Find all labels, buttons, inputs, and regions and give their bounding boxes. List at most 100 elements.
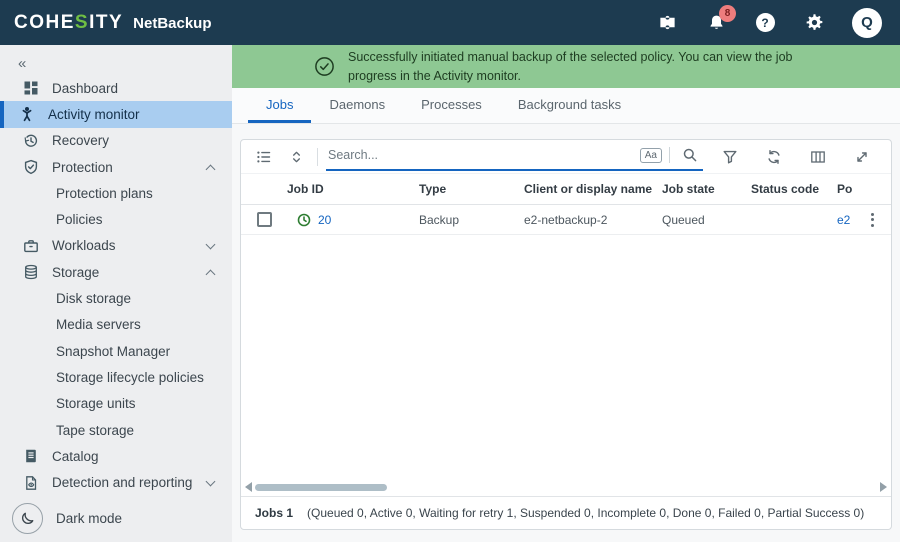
tab-bar: Jobs Daemons Processes Background tasks <box>232 88 900 124</box>
cell-type: Backup <box>415 213 520 227</box>
chevron-down-icon <box>206 239 216 249</box>
scroll-right-arrow[interactable] <box>880 482 887 492</box>
row-checkbox[interactable] <box>257 212 272 227</box>
jobs-table-card: Aa <box>240 139 892 530</box>
row-sort-button[interactable] <box>283 145 309 169</box>
chevron-up-icon <box>206 164 216 174</box>
book-icon <box>22 448 39 465</box>
search-input[interactable] <box>326 147 640 163</box>
column-policy[interactable]: Po <box>833 182 863 196</box>
toolbar-divider <box>317 148 318 166</box>
sidebar-item-snapshot-manager[interactable]: Snapshot Manager <box>0 338 232 364</box>
column-job-id[interactable]: Job ID <box>283 182 415 196</box>
sidebar-item-label: Tape storage <box>56 423 222 438</box>
sidebar-item-label: Workloads <box>52 238 207 253</box>
sidebar-item-label: Protection plans <box>56 186 222 201</box>
toolbar-actions <box>717 145 881 169</box>
sidebar-item-label: Media servers <box>56 317 222 332</box>
chevron-down-icon <box>206 476 216 486</box>
sidebar-item-recovery[interactable]: Recovery <box>0 128 232 154</box>
job-id-link[interactable]: 20 <box>318 213 331 227</box>
refresh-button[interactable] <box>761 145 787 169</box>
list-view-button[interactable] <box>251 145 277 169</box>
sidebar-item-label: Storage units <box>56 396 222 411</box>
sidebar-item-protection[interactable]: Protection <box>0 154 232 180</box>
case-sensitive-toggle[interactable]: Aa <box>640 148 662 163</box>
sidebar-item-storage[interactable]: Storage <box>0 259 232 285</box>
sidebar-item-protection-plans[interactable]: Protection plans <box>0 180 232 206</box>
gear-icon <box>805 13 824 32</box>
settings-button[interactable] <box>803 12 825 34</box>
sidebar-item-policies[interactable]: Policies <box>0 206 232 232</box>
shield-check-icon <box>22 159 39 176</box>
sidebar-item-label: Storage <box>52 265 207 280</box>
user-avatar[interactable]: Q <box>852 8 882 38</box>
sidebar-item-tape-storage[interactable]: Tape storage <box>0 417 232 443</box>
column-type[interactable]: Type <box>415 182 520 196</box>
cell-client: e2-netbackup-2 <box>520 213 658 227</box>
scrollbar-thumb[interactable] <box>255 484 387 491</box>
database-icon <box>22 264 39 281</box>
dark-mode-label: Dark mode <box>56 511 122 526</box>
filter-button[interactable] <box>717 145 743 169</box>
notification-badge: 8 <box>719 5 736 22</box>
sidebar-item-disk-storage[interactable]: Disk storage <box>0 285 232 311</box>
column-status-code[interactable]: Status code <box>747 182 833 196</box>
jobs-summary: (Queued 0, Active 0, Waiting for retry 1… <box>307 506 864 520</box>
product-name: NetBackup <box>133 15 211 32</box>
sidebar-item-storage-units[interactable]: Storage units <box>0 391 232 417</box>
moon-icon <box>12 503 43 534</box>
chevron-up-icon <box>206 269 216 279</box>
brand-name: COHESITY <box>14 12 123 34</box>
columns-button[interactable] <box>805 145 831 169</box>
table-body-spacer <box>241 235 891 496</box>
sidebar-nav: Dashboard Activity monitor Recovery Prot… <box>0 75 232 496</box>
sidebar-item-activity-monitor[interactable]: Activity monitor <box>0 101 232 127</box>
policy-link[interactable]: e2 <box>837 213 850 227</box>
top-bar: COHESITY NetBackup 8 ? <box>0 0 900 45</box>
main-area: Successfully initiated manual backup of … <box>232 45 900 542</box>
success-banner: Successfully initiated manual backup of … <box>232 45 900 88</box>
table-row[interactable]: 20 Backup e2-netbackup-2 Queued e2 <box>241 205 891 235</box>
dashboard-icon <box>22 80 39 97</box>
search-icon[interactable] <box>677 143 703 167</box>
expand-button[interactable] <box>849 145 875 169</box>
column-client[interactable]: Client or display name↓ <box>520 182 658 196</box>
notifications-button[interactable]: 8 <box>705 12 727 34</box>
tab-jobs[interactable]: Jobs <box>248 88 311 123</box>
jobs-count: Jobs 1 <box>255 506 293 520</box>
sidebar-item-workloads[interactable]: Workloads <box>0 233 232 259</box>
sidebar-item-label: Activity monitor <box>48 107 222 122</box>
sidebar-item-detection-and-reporting[interactable]: Detection and reporting <box>0 469 232 495</box>
recovery-history-icon <box>22 132 39 149</box>
sidebar-item-label: Catalog <box>52 449 222 464</box>
sidebar-item-label: Detection and reporting <box>52 475 207 490</box>
sidebar-item-label: Storage lifecycle policies <box>56 370 222 385</box>
sidebar-collapse-button[interactable]: « <box>0 45 232 75</box>
tab-processes[interactable]: Processes <box>403 88 500 123</box>
sidebar-item-dashboard[interactable]: Dashboard <box>0 75 232 101</box>
row-menu-icon[interactable] <box>867 213 877 227</box>
sidebar-item-catalog[interactable]: Catalog <box>0 443 232 469</box>
tab-background-tasks[interactable]: Background tasks <box>500 88 639 123</box>
sidebar-item-label: Protection <box>52 160 207 175</box>
sidebar-item-media-servers[interactable]: Media servers <box>0 312 232 338</box>
report-eye-icon <box>22 474 39 491</box>
sidebar-item-label: Policies <box>56 212 222 227</box>
column-job-state[interactable]: Job state <box>658 182 747 196</box>
table-footer: Jobs 1 (Queued 0, Active 0, Waiting for … <box>241 496 891 529</box>
sidebar-item-storage-lifecycle-policies[interactable]: Storage lifecycle policies <box>0 364 232 390</box>
banner-message: Successfully initiated manual backup of … <box>348 48 818 84</box>
search-field: Aa <box>326 143 703 171</box>
scrollbar-track[interactable] <box>255 484 877 491</box>
help-button[interactable]: ? <box>754 12 776 34</box>
tab-daemons[interactable]: Daemons <box>311 88 403 123</box>
support-ticket-button[interactable] <box>656 12 678 34</box>
activity-monitor-icon <box>18 106 35 123</box>
horizontal-scrollbar <box>241 480 891 494</box>
app-window: COHESITY NetBackup 8 ? <box>0 0 900 542</box>
scroll-left-arrow[interactable] <box>245 482 252 492</box>
brand-green-letter: S <box>75 12 89 33</box>
header-actions: 8 ? Q <box>656 8 888 38</box>
dark-mode-toggle[interactable]: Dark mode <box>0 498 232 538</box>
